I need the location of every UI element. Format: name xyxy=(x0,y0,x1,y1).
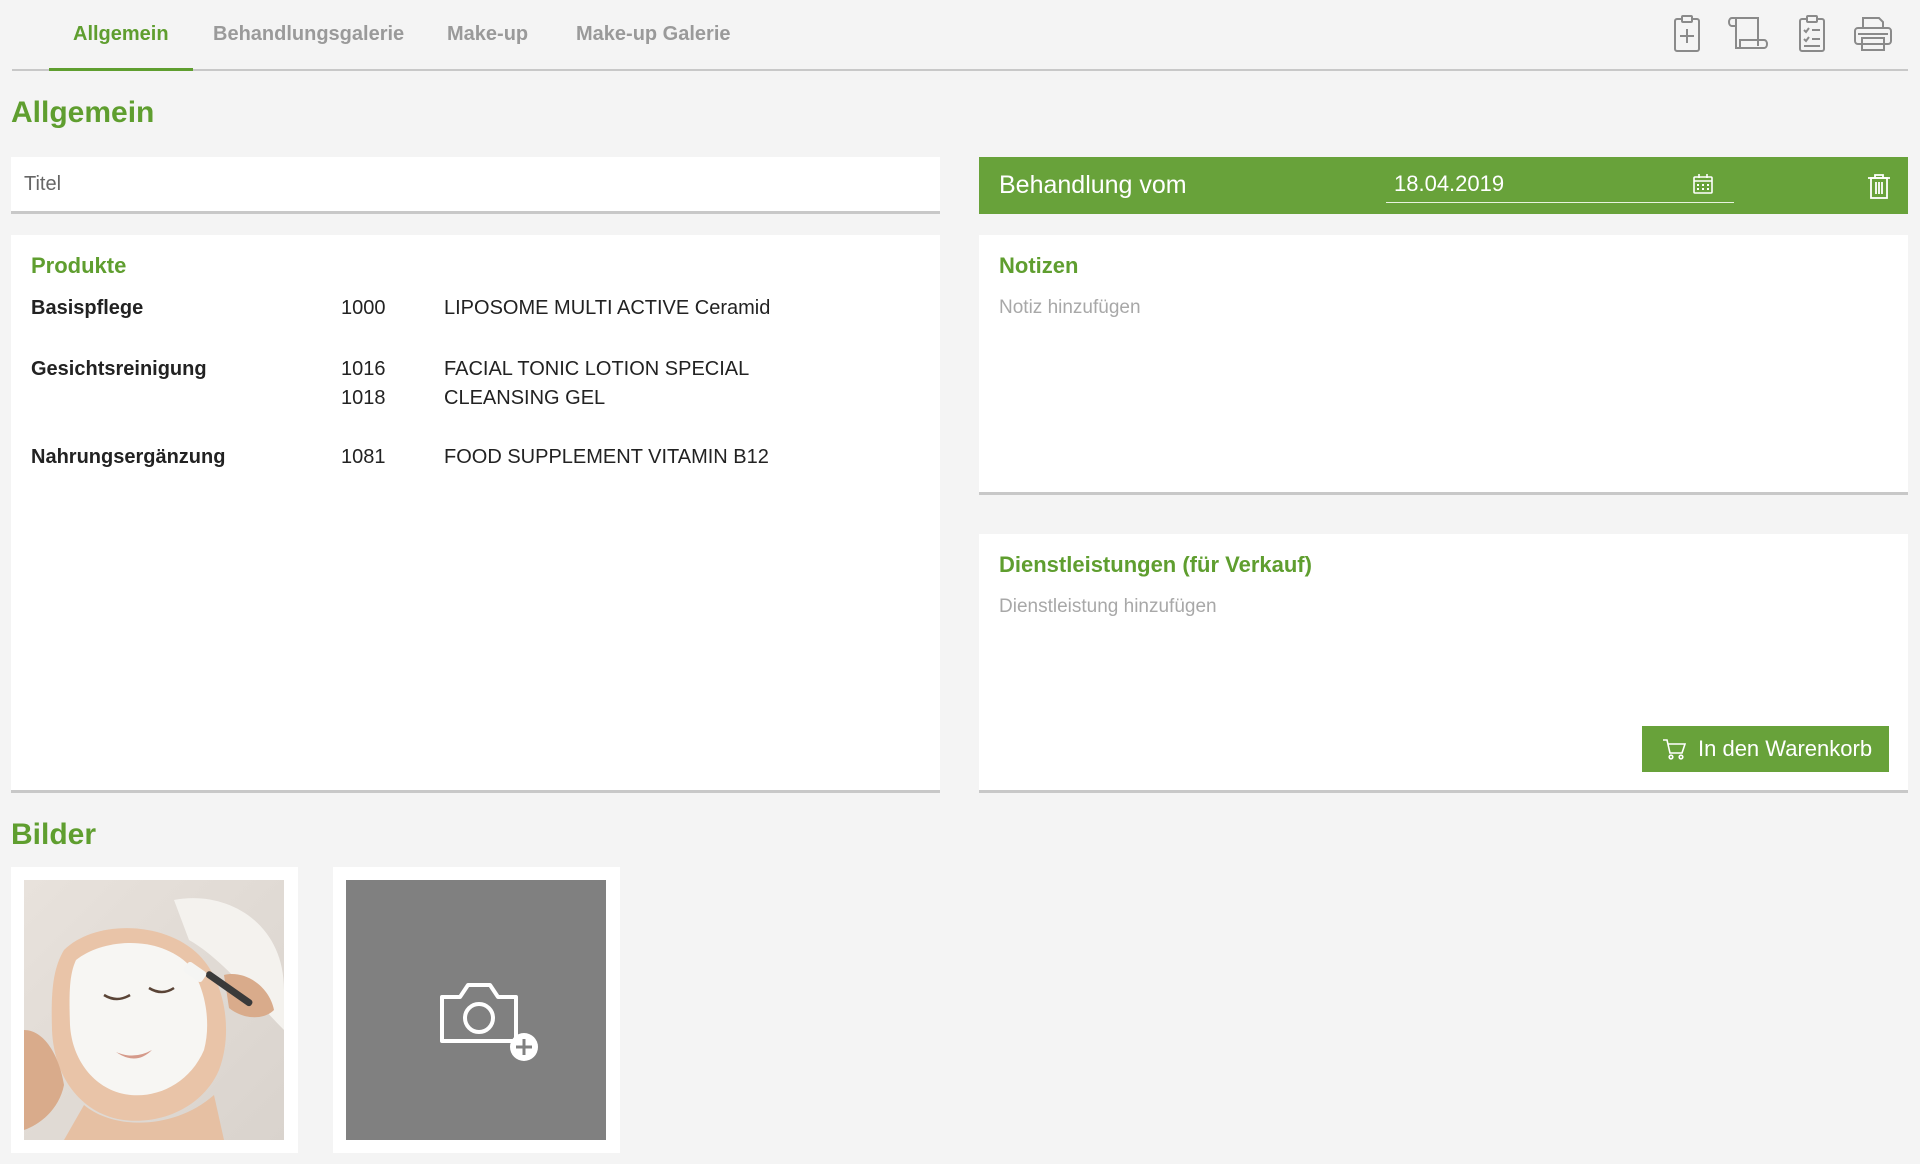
behandlung-bar: Behandlung vom 18.04.2019 xyxy=(979,157,1908,214)
clipboard-list-icon[interactable] xyxy=(1790,12,1834,56)
calendar-icon[interactable] xyxy=(1692,173,1714,195)
face-mask-photo[interactable] xyxy=(24,880,284,1140)
product-number: 1016 xyxy=(341,358,386,380)
tab-bar: Allgemein Behandlungsgalerie Make-up Mak… xyxy=(12,0,1908,71)
product-row[interactable]: 1018 CLEANSING GEL xyxy=(31,387,911,415)
add-to-cart-button[interactable]: In den Warenkorb xyxy=(1642,726,1889,772)
page-title: Allgemein xyxy=(11,96,155,129)
product-name: LIPOSOME MULTI ACTIVE Ceramid xyxy=(444,297,771,319)
tab-make-up-galerie[interactable]: Make-up Galerie xyxy=(576,0,731,71)
produkte-title: Produkte xyxy=(31,253,127,278)
notizen-title: Notizen xyxy=(999,253,1079,278)
behandlung-label: Behandlung vom xyxy=(999,171,1187,199)
dienstleistungen-title: Dienstleistungen (für Verkauf) xyxy=(999,552,1312,577)
scroll-icon[interactable] xyxy=(1724,12,1770,56)
shopping-cart-icon xyxy=(1663,739,1686,760)
date-value[interactable]: 18.04.2019 xyxy=(1394,171,1504,197)
add-to-cart-label: In den Warenkorb xyxy=(1698,736,1873,761)
product-number: 1000 xyxy=(341,297,386,319)
product-name: FOOD SUPPLEMENT VITAMIN B12 xyxy=(444,446,769,468)
gallery-image[interactable] xyxy=(11,867,298,1153)
camera-plus-icon xyxy=(440,983,538,1061)
product-row[interactable]: 1000 LIPOSOME MULTI ACTIVE Ceramid xyxy=(31,297,911,325)
product-row[interactable]: 1081 FOOD SUPPLEMENT VITAMIN B12 xyxy=(31,446,911,474)
titel-input[interactable] xyxy=(11,157,940,211)
tab-make-up[interactable]: Make-up xyxy=(447,0,528,71)
printer-icon[interactable] xyxy=(1850,12,1896,56)
notiz-input[interactable]: Notiz hinzufügen xyxy=(999,297,1141,319)
trash-icon[interactable] xyxy=(1867,173,1891,199)
product-row[interactable]: 1016 FACIAL TONIC LOTION SPECIAL xyxy=(31,358,911,386)
clipboard-plus-icon[interactable] xyxy=(1665,12,1709,56)
notizen-card: Notizen Notiz hinzufügen xyxy=(979,235,1908,495)
dienstleistung-input[interactable]: Dienstleistung hinzufügen xyxy=(999,596,1217,618)
product-number: 1018 xyxy=(341,387,386,409)
product-name: CLEANSING GEL xyxy=(444,387,606,409)
tab-allgemein[interactable]: Allgemein xyxy=(49,0,193,71)
date-picker[interactable]: 18.04.2019 xyxy=(1386,169,1734,203)
bilder-title: Bilder xyxy=(11,818,97,851)
tab-behandlungsgalerie[interactable]: Behandlungsgalerie xyxy=(213,0,404,71)
dienstleistungen-card: Dienstleistungen (für Verkauf) Dienstlei… xyxy=(979,534,1908,793)
produkte-card: Produkte Basispflege 1000 LIPOSOME MULTI… xyxy=(11,235,940,793)
add-photo-button[interactable] xyxy=(346,880,606,1140)
product-name: FACIAL TONIC LOTION SPECIAL xyxy=(444,358,750,380)
add-photo-tile[interactable] xyxy=(333,867,620,1153)
titel-field[interactable] xyxy=(11,157,940,214)
product-number: 1081 xyxy=(341,446,386,468)
